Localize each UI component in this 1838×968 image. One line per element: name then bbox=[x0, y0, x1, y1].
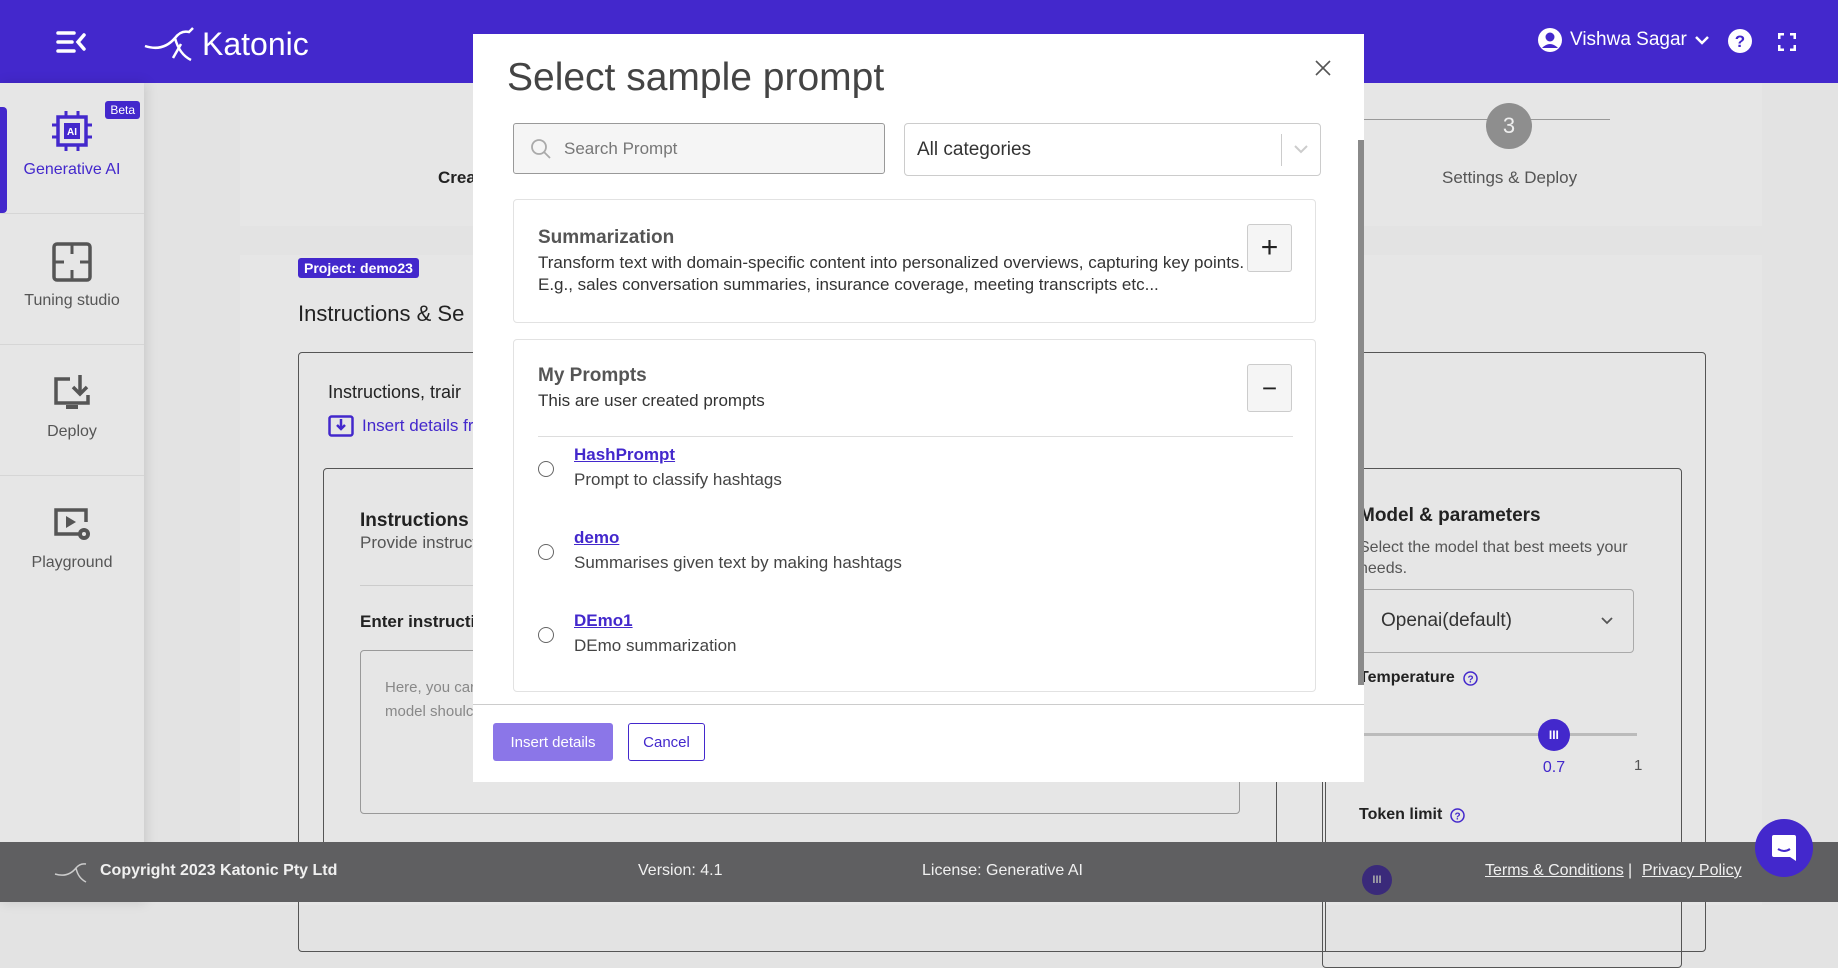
chevron-down-icon bbox=[1601, 617, 1613, 625]
chevron-down-icon bbox=[1294, 145, 1308, 154]
enter-instructions-label: Enter instructio bbox=[360, 612, 486, 631]
token-limit-text: Token limit bbox=[1359, 806, 1443, 823]
model-select[interactable]: Openai(default) bbox=[1352, 589, 1634, 653]
prompt-name-link[interactable]: demo bbox=[574, 528, 619, 548]
modal-title: Select sample prompt bbox=[507, 56, 885, 99]
prompt-desc: Summarises given text by making hashtags bbox=[574, 553, 902, 572]
category-desc: This are user created prompts bbox=[538, 391, 765, 410]
kangaroo-logo-icon bbox=[54, 863, 87, 883]
sidebar-item-tuning-studio[interactable]: Tuning studio bbox=[0, 214, 144, 345]
sidebar-item-label: Playground bbox=[31, 554, 113, 571]
help-circle-icon[interactable]: ? bbox=[1450, 807, 1466, 823]
select-divider bbox=[1281, 133, 1282, 166]
active-indicator bbox=[0, 107, 7, 213]
sidebar-item-label: Tuning studio bbox=[24, 292, 120, 309]
footer-separator: | bbox=[1628, 862, 1633, 879]
project-badge: Project: demo23 bbox=[298, 258, 419, 278]
prompt-desc: DEmo summarization bbox=[574, 636, 737, 655]
search-prompt-input[interactable]: Search Prompt bbox=[513, 123, 885, 174]
category-desc: Transform text with domain-specific cont… bbox=[538, 253, 1245, 294]
insert-details-button[interactable]: Insert details bbox=[493, 723, 613, 761]
sidebar-item-generative-ai[interactable]: Beta AI Generative AI bbox=[0, 83, 144, 214]
instructions-subtitle: Instructions, trair bbox=[328, 382, 462, 402]
svg-text:?: ? bbox=[1467, 674, 1473, 685]
category-title: My Prompts bbox=[538, 365, 647, 386]
category-card-summarization: Summarization Transform text with domain… bbox=[513, 199, 1316, 323]
temperature-value: 0.7 bbox=[1542, 759, 1566, 776]
prompt-radio[interactable] bbox=[538, 461, 554, 477]
sidebar-item-deploy[interactable]: Deploy bbox=[0, 345, 144, 476]
model-selected: Openai(default) bbox=[1381, 610, 1512, 631]
beta-badge: Beta bbox=[105, 101, 140, 119]
user-menu[interactable]: Vishwa Sagar bbox=[1538, 28, 1709, 52]
sidebar-item-label: Generative AI bbox=[23, 161, 121, 178]
temperature-slider-thumb[interactable]: III bbox=[1537, 719, 1570, 751]
deploy-download-icon bbox=[54, 375, 90, 409]
temperature-slider-track[interactable] bbox=[1360, 733, 1637, 736]
playground-play-gear-icon bbox=[54, 508, 90, 540]
chevron-down-icon bbox=[1695, 36, 1709, 45]
copyright: Copyright 2023 Katonic Pty Ltd bbox=[100, 862, 338, 879]
select-sample-prompt-modal: Select sample prompt Search Prompt All c… bbox=[473, 34, 1364, 782]
footer: Copyright 2023 Katonic Pty Ltd Version: … bbox=[0, 842, 1838, 902]
insert-download-icon bbox=[328, 415, 354, 437]
terms-link[interactable]: Terms & Conditions bbox=[1485, 862, 1624, 880]
close-icon[interactable] bbox=[1315, 60, 1331, 76]
chat-icon bbox=[1772, 835, 1796, 861]
svg-text:AI: AI bbox=[67, 127, 77, 138]
user-name: Vishwa Sagar bbox=[1570, 29, 1687, 50]
insert-details-link[interactable]: Insert details fr bbox=[328, 415, 474, 437]
token-limit-label: Token limit ? bbox=[1359, 806, 1466, 824]
search-placeholder: Search Prompt bbox=[564, 138, 678, 158]
search-icon bbox=[531, 138, 551, 159]
section-title: Instructions & Se bbox=[298, 301, 465, 326]
temperature-text: Temperature bbox=[1359, 669, 1455, 686]
model-desc: Select the model that best meets your ne… bbox=[1359, 539, 1628, 577]
collapse-button[interactable]: − bbox=[1247, 364, 1292, 412]
category-title: Summarization bbox=[538, 227, 675, 248]
fullscreen-icon[interactable] bbox=[1778, 33, 1796, 51]
prompt-name-link[interactable]: DEmo1 bbox=[574, 611, 633, 631]
user-circle-icon bbox=[1538, 28, 1562, 52]
help-circle-icon[interactable]: ? bbox=[1462, 670, 1478, 686]
prompt-radio[interactable] bbox=[538, 544, 554, 560]
menu-collapse-icon[interactable] bbox=[56, 30, 86, 54]
sidebar-item-playground[interactable]: Playground bbox=[0, 476, 144, 607]
category-selected: All categories bbox=[917, 138, 1032, 160]
category-select[interactable]: All categories bbox=[904, 123, 1321, 176]
puzzle-icon bbox=[52, 242, 92, 282]
ai-chip-icon: AI bbox=[52, 111, 92, 151]
privacy-link[interactable]: Privacy Policy bbox=[1642, 862, 1742, 880]
help-icon[interactable]: ? bbox=[1728, 29, 1752, 53]
version: Version: 4.1 bbox=[638, 862, 723, 879]
model-title: Model & parameters bbox=[1359, 505, 1541, 526]
instructions-sub: Provide instruct bbox=[360, 533, 478, 552]
cancel-button[interactable]: Cancel bbox=[628, 723, 705, 761]
prompt-name-link[interactable]: HashPrompt bbox=[574, 445, 675, 465]
category-card-my-prompts: My Prompts This are user created prompts… bbox=[513, 339, 1316, 692]
modal-scrollbar[interactable] bbox=[1358, 140, 1364, 685]
token-slider-thumb[interactable]: III bbox=[1362, 865, 1392, 895]
step-connector bbox=[1360, 119, 1610, 120]
step-3-circle[interactable]: 3 bbox=[1486, 103, 1532, 149]
kangaroo-logo-icon bbox=[144, 27, 194, 62]
prompt-radio[interactable] bbox=[538, 627, 554, 643]
svg-text:?: ? bbox=[1735, 32, 1745, 51]
temperature-label: Temperature ? bbox=[1359, 669, 1478, 687]
svg-text:?: ? bbox=[1455, 811, 1461, 822]
expand-button[interactable]: + bbox=[1247, 224, 1292, 272]
chat-launcher-button[interactable] bbox=[1755, 819, 1813, 877]
step-1-label: Crea bbox=[438, 168, 476, 187]
brand-name: Katonic bbox=[202, 26, 309, 62]
instructions-heading: Instructions bbox=[360, 510, 469, 531]
insert-link-label: Insert details fr bbox=[362, 416, 474, 435]
license: License: Generative AI bbox=[922, 862, 1083, 879]
temperature-max: 1 bbox=[1634, 757, 1643, 774]
modal-footer-divider bbox=[473, 704, 1364, 705]
prompt-desc: Prompt to classify hashtags bbox=[574, 470, 782, 489]
sidebar: Beta AI Generative AI Tuning studio Depl… bbox=[0, 83, 144, 902]
divider bbox=[538, 436, 1293, 437]
step-3-label: Settings & Deploy bbox=[1442, 168, 1578, 187]
sidebar-item-label: Deploy bbox=[47, 423, 97, 440]
